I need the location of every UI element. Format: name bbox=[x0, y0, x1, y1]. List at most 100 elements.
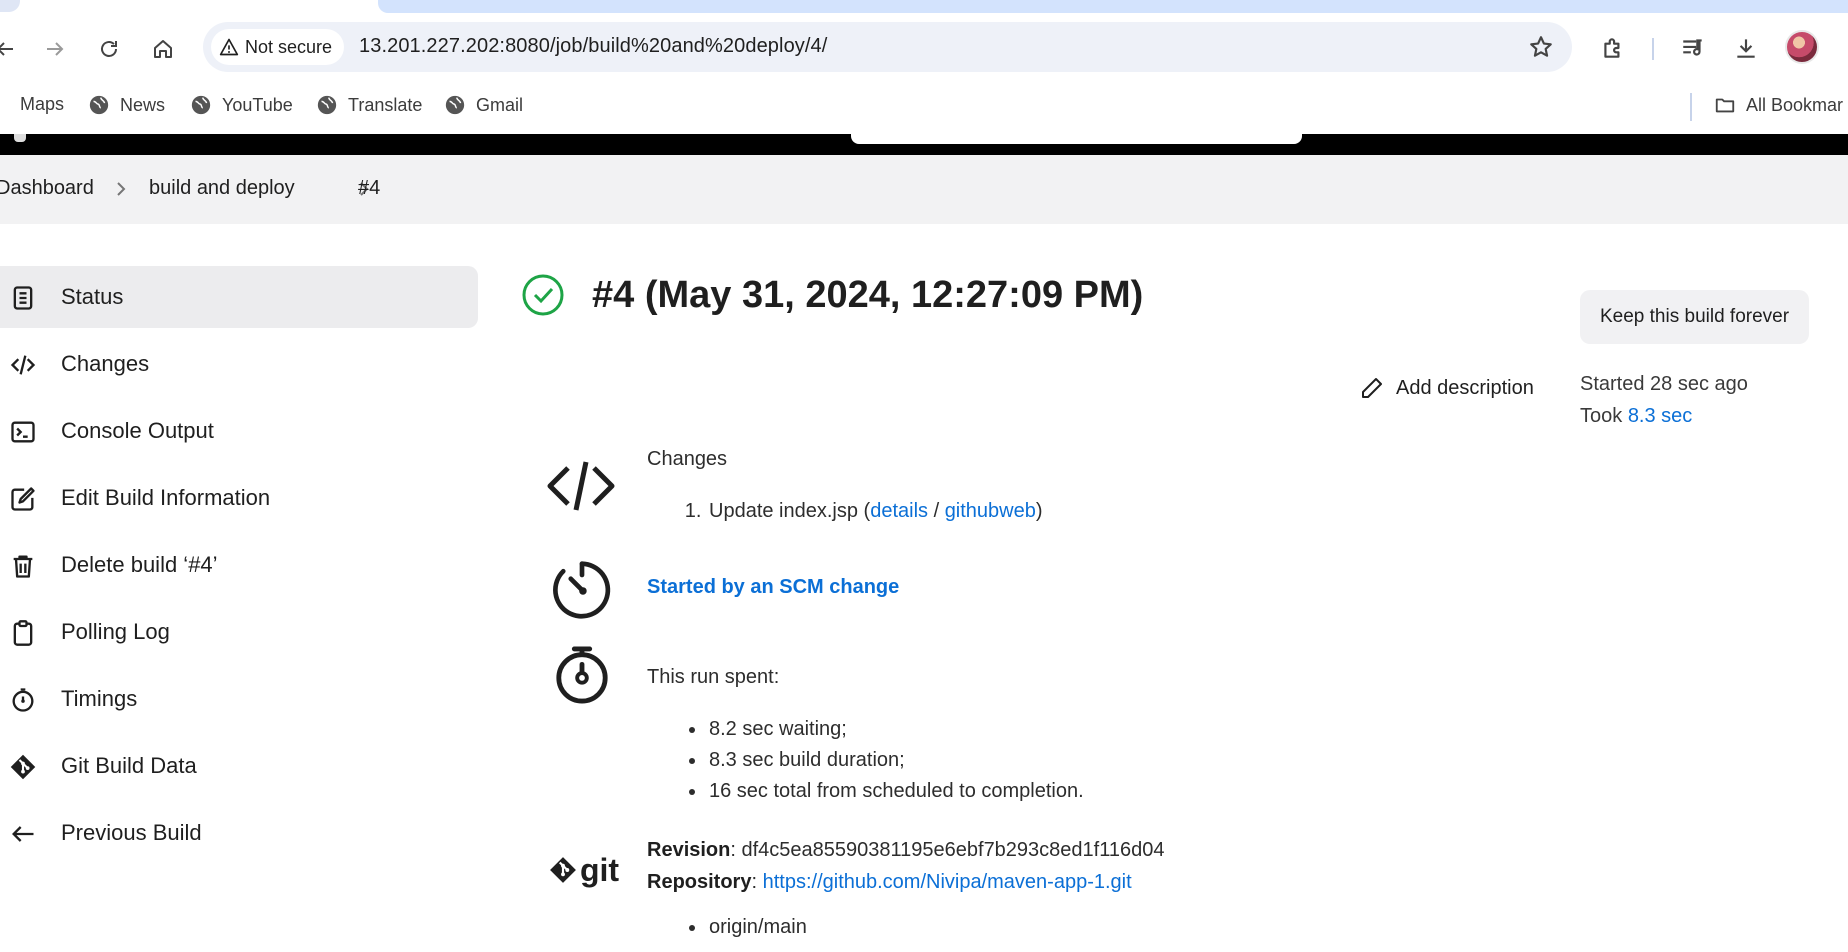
code-icon bbox=[8, 350, 38, 380]
timer-icon bbox=[550, 558, 614, 622]
started-text: Started 28 sec ago bbox=[1580, 373, 1748, 395]
list-item: 8.2 sec waiting; bbox=[707, 714, 1347, 745]
sidebar-item-changes[interactable]: Changes bbox=[0, 333, 478, 395]
code-icon bbox=[546, 458, 616, 514]
link-separator: / bbox=[928, 500, 945, 522]
sidebar-item-edit-build-information[interactable]: Edit Build Information bbox=[0, 467, 478, 529]
warning-icon bbox=[219, 38, 239, 56]
edit-icon bbox=[8, 484, 38, 514]
bookmark-translate[interactable]: Translate bbox=[316, 94, 422, 116]
cause-body: Started by an SCM change bbox=[647, 576, 1247, 599]
list-item: origin/main bbox=[707, 912, 1547, 943]
details-link[interactable]: details bbox=[870, 500, 928, 522]
list-item: 16 sec total from scheduled to completio… bbox=[707, 776, 1347, 807]
changes-list: Update index.jsp (details / githubweb) bbox=[707, 496, 1347, 527]
repository-label: Repository bbox=[647, 871, 752, 893]
download-icon bbox=[1737, 39, 1755, 58]
reload-button[interactable] bbox=[92, 32, 126, 66]
media-button[interactable] bbox=[1678, 33, 1708, 63]
sidebar-item-delete-build[interactable]: Delete build ‘#4’ bbox=[0, 534, 478, 596]
globe-icon bbox=[445, 95, 465, 115]
sidebar-item-git-build-data[interactable]: Git Build Data bbox=[0, 735, 478, 797]
sidebar-item-timings[interactable]: Timings bbox=[0, 668, 478, 730]
list-item: 8.3 sec build duration; bbox=[707, 745, 1347, 776]
breadcrumb-dashboard[interactable]: Dashboard bbox=[0, 177, 94, 200]
timing-list: 8.2 sec waiting; 8.3 sec build duration;… bbox=[707, 714, 1347, 807]
url-text[interactable]: 13.201.227.202:8080/job/build%20and%20de… bbox=[359, 35, 827, 58]
address-bar[interactable]: Not secure 13.201.227.202:8080/job/build… bbox=[203, 22, 1572, 72]
tab-edge[interactable] bbox=[0, 0, 20, 12]
sidebar-item-label: Console Output bbox=[61, 418, 214, 443]
globe-icon bbox=[317, 95, 337, 115]
timing-heading: This run spent: bbox=[647, 666, 780, 688]
arrow-right-icon bbox=[47, 42, 64, 56]
repository-line: Repository: https://github.com/Nivipa/ma… bbox=[647, 866, 1547, 898]
took-duration-link[interactable]: 8.3 sec bbox=[1628, 405, 1692, 427]
sidebar-item-label: Previous Build bbox=[61, 820, 202, 845]
breadcrumb-job[interactable]: build and deploy bbox=[149, 177, 295, 200]
revision-line: Revision: df4c5ea85590381195e6ebf7b293c8… bbox=[647, 834, 1547, 866]
tab-strip bbox=[0, 0, 1848, 14]
git-icon bbox=[8, 752, 38, 782]
bookmark-gmail[interactable]: Gmail bbox=[444, 94, 523, 116]
arrow-left-icon bbox=[8, 819, 38, 849]
forward-button[interactable] bbox=[38, 32, 72, 66]
globe-icon bbox=[89, 95, 109, 115]
profile-avatar[interactable] bbox=[1785, 30, 1819, 64]
bookmark-youtube[interactable]: YouTube bbox=[190, 94, 293, 116]
back-button[interactable] bbox=[0, 32, 22, 66]
git-logo-text: git bbox=[579, 852, 620, 888]
sidebar-item-label: Status bbox=[61, 284, 124, 309]
build-meta: Started 28 sec ago Took 8.3 sec bbox=[1580, 368, 1748, 432]
bookmark-label: News bbox=[120, 94, 166, 115]
page-title: #4 (May 31, 2024, 12:27:09 PM) bbox=[592, 274, 1144, 316]
revision-label: Revision bbox=[647, 839, 731, 861]
sidebar-item-polling-log[interactable]: Polling Log bbox=[0, 601, 478, 663]
breadcrumb: Dashboard build and deploy #4 bbox=[0, 155, 1848, 224]
toolbar-divider bbox=[1652, 38, 1654, 60]
githubweb-link[interactable]: githubweb bbox=[945, 500, 1036, 522]
extensions-button[interactable] bbox=[1598, 33, 1628, 63]
repository-link[interactable]: https://github.com/Nivipa/maven-app-1.gi… bbox=[763, 871, 1132, 893]
sidebar-item-label: Edit Build Information bbox=[61, 485, 271, 510]
git-body: Revision: df4c5ea85590381195e6ebf7b293c8… bbox=[647, 834, 1547, 943]
sidebar-item-label: Changes bbox=[61, 351, 150, 376]
folder-icon bbox=[1715, 98, 1735, 113]
close-paren: ) bbox=[1035, 500, 1043, 522]
jenkins-logo[interactable] bbox=[14, 134, 26, 142]
bookmark-news[interactable]: News bbox=[88, 94, 165, 116]
downloads-button[interactable] bbox=[1731, 33, 1761, 63]
security-chip[interactable]: Not secure bbox=[211, 29, 345, 65]
branch-list: origin/main bbox=[707, 912, 1547, 943]
started-by-scm-link[interactable]: Started by an SCM change bbox=[647, 576, 899, 598]
globe-icon bbox=[191, 95, 211, 115]
search-box[interactable] bbox=[851, 134, 1302, 144]
tab-bar[interactable] bbox=[378, 0, 1848, 13]
sidebar-item-console-output[interactable]: Console Output bbox=[0, 400, 478, 462]
home-button[interactable] bbox=[146, 32, 180, 66]
bookmark-maps[interactable]: Maps bbox=[0, 94, 64, 115]
change-message: Update index.jsp ( bbox=[709, 500, 871, 522]
bookmark-star-icon[interactable] bbox=[1528, 34, 1554, 60]
success-check-icon bbox=[522, 274, 564, 316]
sidebar-item-previous-build[interactable]: Previous Build bbox=[0, 802, 478, 864]
all-bookmarks-button[interactable]: All Bookmar bbox=[1714, 94, 1843, 116]
home-icon bbox=[154, 40, 172, 58]
changes-body: Changes Update index.jsp (details / gith… bbox=[647, 444, 1347, 527]
bookmark-label: Translate bbox=[348, 94, 423, 115]
bookmark-label: Maps bbox=[20, 94, 65, 114]
keep-build-forever-button[interactable]: Keep this build forever bbox=[1580, 290, 1810, 344]
list-item: Update index.jsp (details / githubweb) bbox=[707, 496, 1347, 527]
reload-icon bbox=[101, 41, 117, 57]
breadcrumb-build[interactable]: #4 bbox=[358, 177, 380, 200]
bookmarks-bar: Maps News YouTube Translate Gmail All Bo… bbox=[0, 80, 1848, 134]
took-prefix: Took bbox=[1580, 405, 1628, 427]
trash-icon bbox=[8, 551, 38, 581]
add-description-button[interactable]: Add description bbox=[1360, 376, 1534, 400]
sidebar-item-label: Git Build Data bbox=[61, 753, 197, 778]
all-bookmarks-label: All Bookmar bbox=[1746, 94, 1844, 115]
changes-heading: Changes bbox=[647, 448, 728, 470]
sidebar-item-label: Polling Log bbox=[61, 619, 170, 644]
sidebar-item-status[interactable]: Status bbox=[0, 266, 478, 328]
timing-body: This run spent: 8.2 sec waiting; 8.3 sec… bbox=[647, 662, 1347, 807]
